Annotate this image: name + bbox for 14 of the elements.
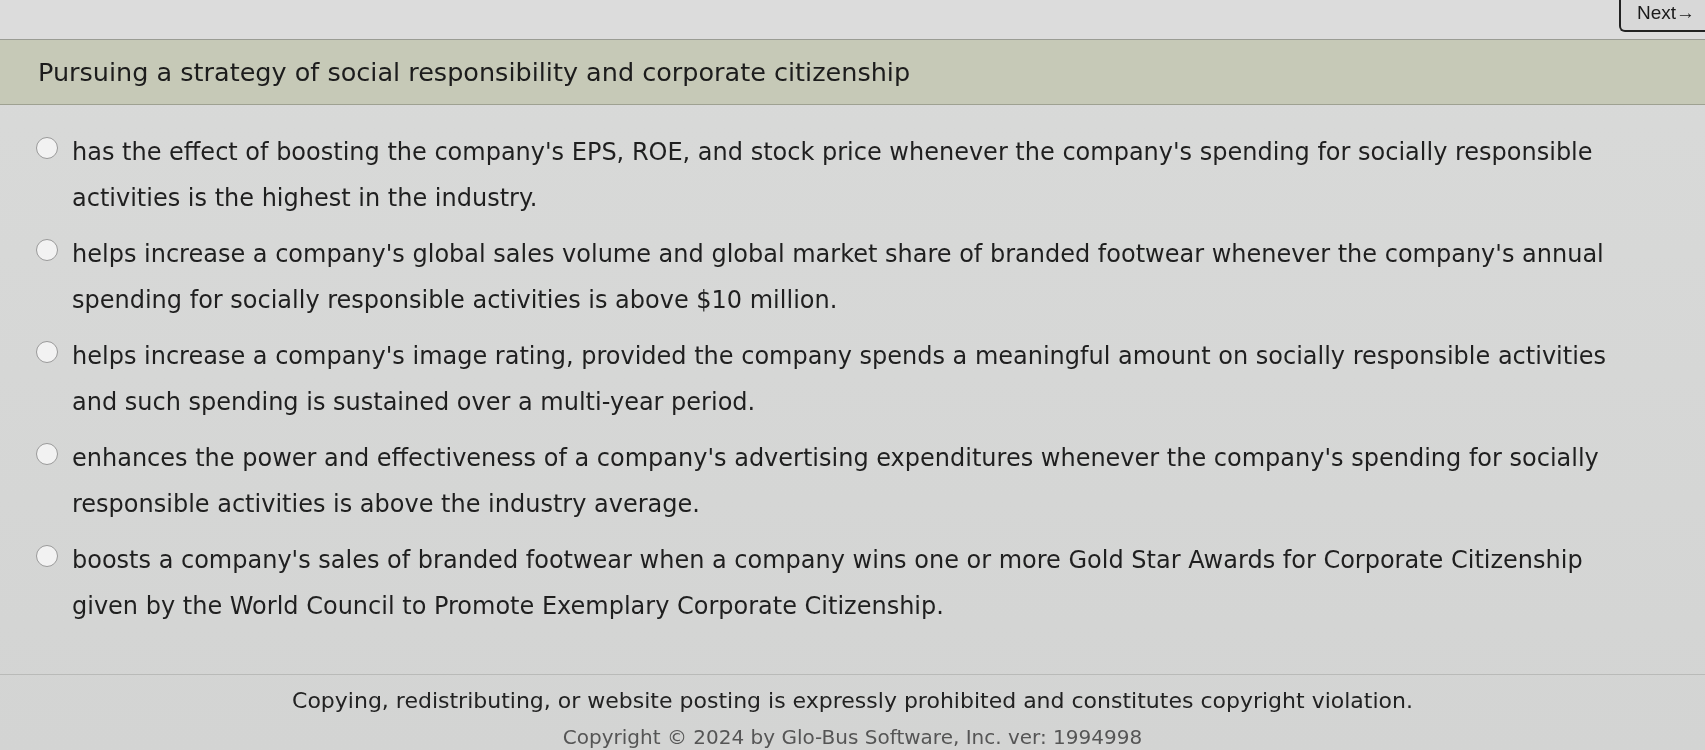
- question-prompt: Pursuing a strategy of social responsibility and corporate citizenship: [38, 57, 911, 87]
- answer-option-text: helps increase a company's global sales volume and global market share of branded footwear whenever the company's annual spending for socially responsible activities is above $10 million.: [72, 239, 1605, 316]
- radio-button[interactable]: [36, 545, 58, 567]
- radio-button[interactable]: [36, 239, 58, 261]
- radio-button[interactable]: [36, 341, 58, 363]
- answer-option-text: has the effect of boosting the company's EPS, ROE, and stock price whenever the company's spending for socially responsible activities is the highest in the industry.: [72, 137, 1594, 214]
- answer-option-text: enhances the power and effectiveness of a company's advertising expenditures whenever the company's spending for socially responsible activities is above the industry average.: [72, 443, 1600, 520]
- radio-button[interactable]: [36, 443, 58, 465]
- copyright-line: Copyright © 2024 by Glo-Bus Software, Inc. ver: 1994998: [562, 725, 1143, 749]
- radio-button[interactable]: [36, 137, 58, 159]
- answer-option-text: boosts a company's sales of branded footwear when a company wins one or more Gold Star Awards for Corporate Citizenship given by the World Council to Promote Exemplary Corporate Citizenship.: [72, 545, 1584, 622]
- answer-option-text: helps increase a company's image rating, provided the company spends a meaningful amount on socially responsible activities and such spending is sustained over a multi-year period.: [72, 341, 1608, 418]
- next-button[interactable]: Next→: [1618, 0, 1705, 32]
- copyright-notice: Copying, redistributing, or website posting is expressly prohibited and constitutes copyright violation.: [292, 687, 1413, 715]
